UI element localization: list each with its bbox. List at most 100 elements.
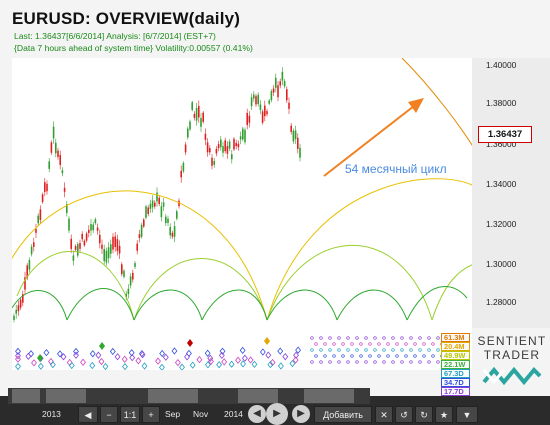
sentient-trader-logo: SENTIENT TRADER (476, 334, 548, 393)
candle-body (105, 250, 108, 263)
cycle-diamond-marker (28, 350, 34, 358)
zoom-in-button[interactable]: + (142, 406, 160, 423)
cycle-diamond-marker (159, 363, 165, 372)
timeline-thumbnail[interactable] (148, 389, 198, 403)
candle-body (13, 315, 15, 320)
cycle-arc-22w-2 (66, 288, 135, 321)
forward-icon[interactable]: ▶ (292, 405, 310, 423)
cycle-period-label[interactable]: 34.7D (441, 378, 470, 387)
candle-body (246, 112, 248, 126)
cycle-period-label[interactable]: 49.9W (441, 351, 470, 360)
rewind-icon[interactable]: ◀ (248, 405, 266, 423)
cycle-diamond-marker (159, 349, 166, 358)
timeline-thumbnail[interactable] (238, 389, 278, 403)
scroll-left-button[interactable]: ◀ (78, 406, 98, 423)
candle-body (187, 128, 189, 138)
candle-body (136, 243, 138, 251)
cycle-period-label[interactable]: 61.3M (441, 333, 470, 342)
candle-body (55, 142, 57, 154)
zoom-ratio-button[interactable]: 1:1 (120, 406, 140, 423)
cycle-diamond-marker (31, 359, 37, 367)
cycle-arc-49w-1 (16, 250, 135, 321)
candle-body (237, 143, 240, 148)
price-chart[interactable] (1, 57, 478, 372)
price-tick: 1.38000 (486, 98, 517, 108)
candle-body (127, 288, 130, 295)
chart-canvas (1, 57, 478, 372)
candle-body (88, 229, 90, 233)
cycle-projection-marker (391, 360, 395, 364)
timeline-thumbnail[interactable] (304, 389, 354, 403)
candle-body (41, 194, 44, 202)
cycle-projection-marker (413, 354, 417, 358)
candle-body (268, 100, 270, 104)
candle-body (63, 187, 66, 192)
cycle-projection-marker (337, 336, 341, 340)
timeline-thumbnail[interactable] (12, 389, 40, 403)
cycle-arc-49w-3 (266, 244, 433, 321)
cycle-diamond-marker (196, 356, 203, 364)
redo-icon[interactable]: ↻ (415, 406, 433, 423)
candle-body (191, 102, 193, 110)
cycle-diamond-marker (174, 358, 181, 367)
close-icon[interactable]: ✕ (375, 406, 393, 423)
cycle-period-label[interactable]: 20.4M (441, 342, 470, 351)
price-tick: 1.28000 (486, 297, 517, 307)
candle-body (283, 81, 286, 87)
candle-body (145, 206, 147, 218)
candle-body (198, 106, 200, 118)
cycle-diamond-marker (162, 353, 169, 361)
cycle-projection-marker (386, 354, 390, 358)
candle-body (228, 141, 231, 149)
cycle-projection-marker (427, 348, 431, 352)
candle-body (68, 218, 70, 231)
cycle-diamond-marker (240, 360, 246, 368)
last-analysis-line: Last: 1.36437[6/6/2014] Analysis: [6/7/2… (14, 31, 216, 41)
cycle-projection-marker (350, 342, 354, 346)
candle-body (200, 118, 202, 127)
favorite-star-icon[interactable]: ★ (435, 406, 453, 423)
timeline-scrubber[interactable] (8, 388, 370, 404)
cycle-projection-marker (409, 360, 413, 364)
cycle-projection-marker (350, 354, 354, 358)
candle-body (299, 147, 301, 158)
cycle-peak-marker (99, 342, 105, 350)
cycle-projection-marker (382, 348, 386, 352)
candle-body (46, 183, 48, 192)
price-tick: 1.32000 (486, 219, 517, 229)
cycle-projection-marker (386, 342, 390, 346)
timeline-thumbnail[interactable] (46, 389, 86, 403)
menu-dropdown-icon[interactable]: ▼ (456, 406, 478, 423)
play-icon[interactable]: ▶ (266, 403, 288, 425)
cycle-projection-marker (427, 336, 431, 340)
cycle-diamond-marker (239, 346, 246, 355)
cycle-arc-49w-2 (133, 258, 268, 321)
cycle-period-label[interactable]: 22.1W (441, 360, 470, 369)
cycle-diamond-marker (277, 362, 284, 370)
candle-body (182, 163, 185, 172)
cycle-diamond-marker (114, 353, 121, 361)
candle-body (244, 129, 246, 143)
candle-body (28, 260, 31, 270)
candle-body (35, 229, 37, 233)
cycle-projection-marker (328, 360, 332, 364)
candle-body (189, 121, 191, 130)
cycle-projection-marker (391, 336, 395, 340)
price-tick: 1.34000 (486, 179, 517, 189)
candle-body (290, 125, 292, 132)
undo-icon[interactable]: ↺ (395, 406, 413, 423)
candle-body (57, 150, 59, 157)
add-button[interactable]: Добавить (314, 406, 372, 423)
zoom-out-button[interactable]: − (100, 406, 118, 423)
timeline-label: 2014 (224, 409, 243, 419)
cycle-period-label[interactable]: 67.3D (441, 369, 470, 378)
candle-body (140, 224, 143, 237)
cycle-projection-marker (409, 348, 413, 352)
cycle-projection-marker (332, 342, 336, 346)
cycle-projection-marker (341, 342, 345, 346)
candle-body (37, 215, 39, 224)
cycle-diamond-marker (221, 358, 228, 366)
candle-body (132, 273, 134, 280)
candle-body (162, 202, 165, 207)
cycle-period-label[interactable]: 17.7D (441, 387, 470, 396)
